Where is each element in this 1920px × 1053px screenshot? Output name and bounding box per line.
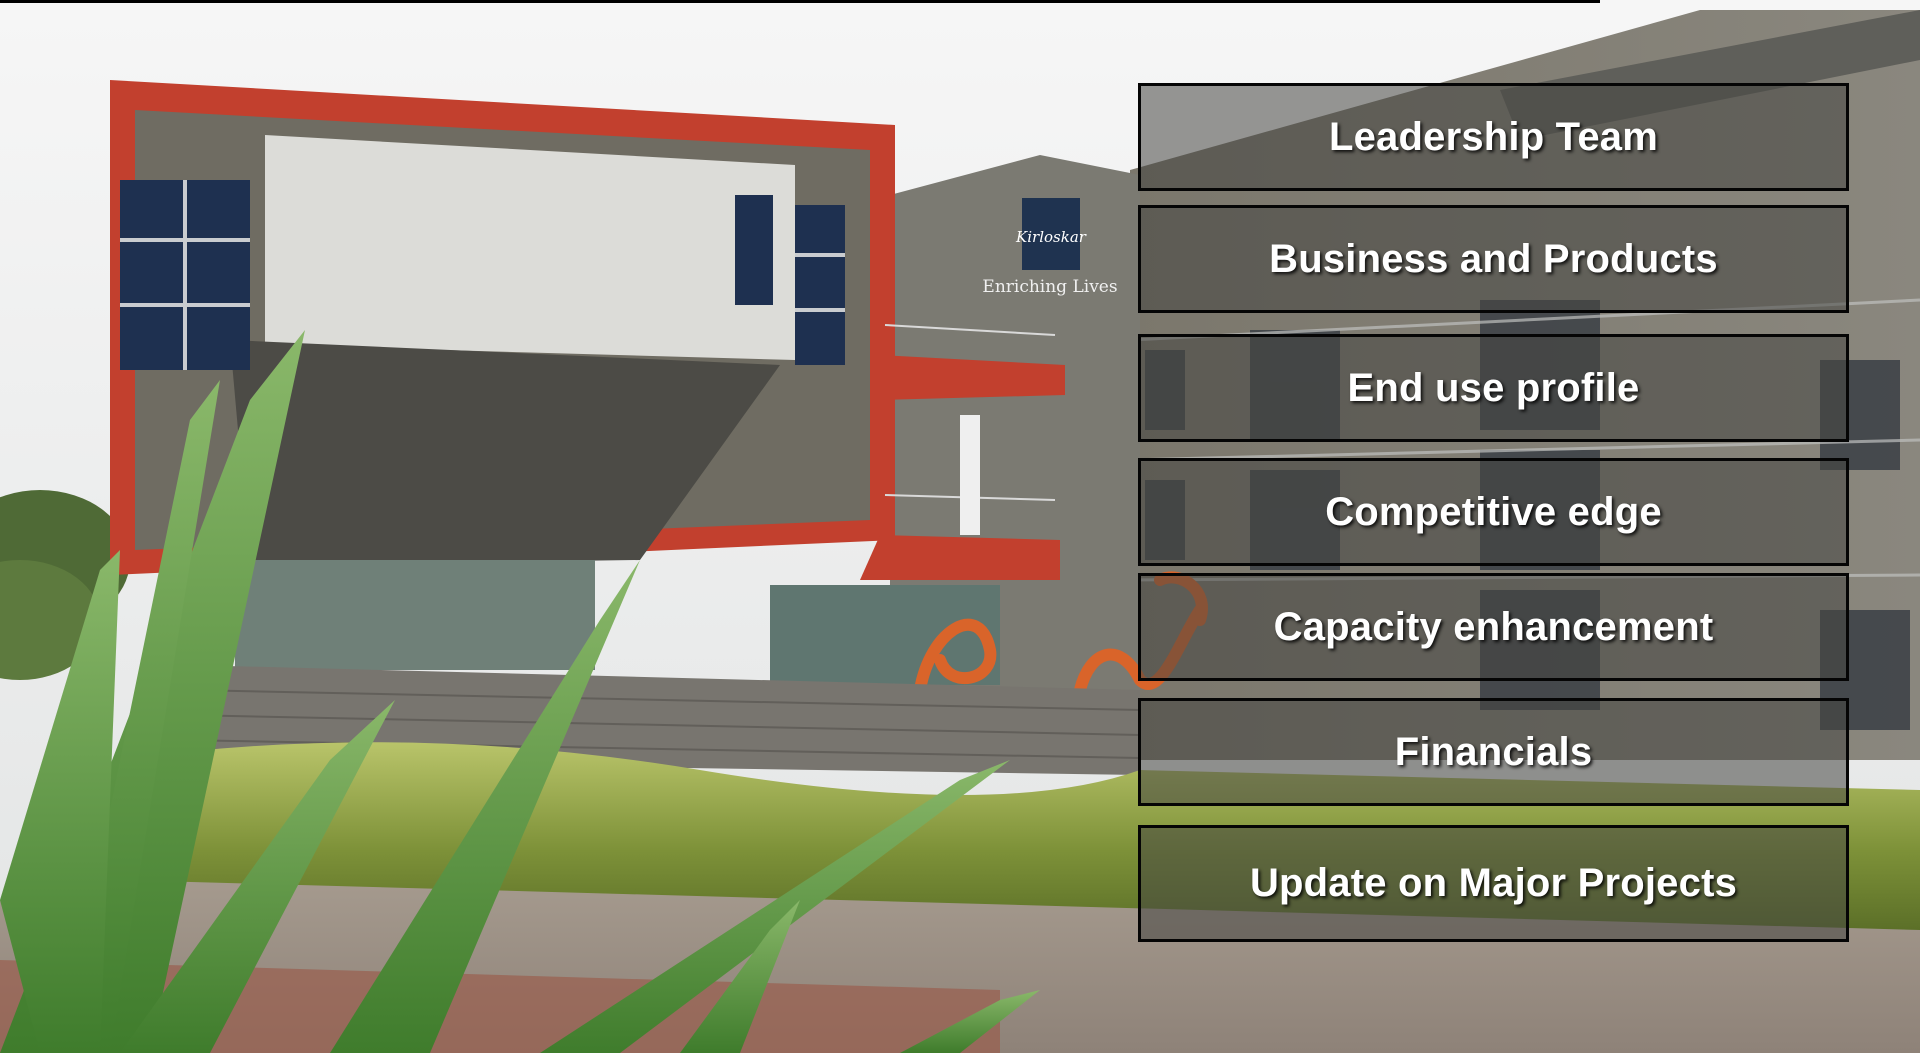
menu-item-label: Business and Products	[1269, 236, 1718, 281]
slide: Kirloskar Enriching Lives Leadership Tea…	[0, 0, 1920, 1053]
signage-tagline: Enriching Lives	[982, 277, 1117, 297]
menu-item-update-on-major-projects[interactable]: Update on Major Projects	[1138, 825, 1849, 942]
top-rule	[0, 0, 1600, 3]
menu-item-label: Competitive edge	[1325, 489, 1662, 534]
menu-item-label: Financials	[1394, 729, 1593, 774]
menu-item-business-and-products[interactable]: Business and Products	[1138, 205, 1849, 313]
menu-item-capacity-enhancement[interactable]: Capacity enhancement	[1138, 573, 1849, 681]
menu-item-label: End use profile	[1347, 365, 1640, 410]
menu-item-label: Update on Major Projects	[1249, 861, 1738, 905]
menu-item-end-use-profile[interactable]: End use profile	[1138, 334, 1849, 442]
menu-item-leadership-team[interactable]: Leadership Team	[1138, 83, 1849, 191]
menu-item-label: Leadership Team	[1328, 114, 1659, 159]
menu-item-financials[interactable]: Financials	[1138, 698, 1849, 806]
menu-item-label: Capacity enhancement	[1273, 604, 1714, 649]
signage-logo: Kirloskar	[1015, 228, 1087, 246]
menu-item-competitive-edge[interactable]: Competitive edge	[1138, 458, 1849, 566]
